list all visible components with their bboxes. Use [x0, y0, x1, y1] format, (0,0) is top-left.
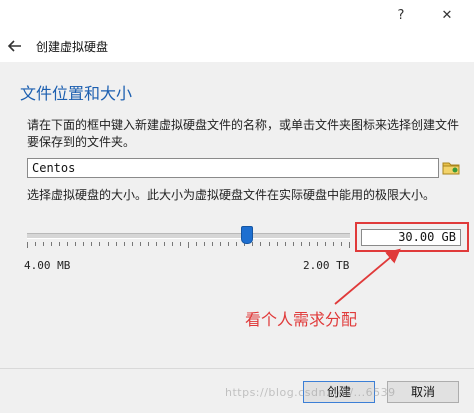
slider-tick [172, 242, 173, 246]
slider-tick [140, 242, 141, 246]
slider-tick [108, 242, 109, 246]
slider-tick [27, 242, 28, 248]
slider-tick [228, 242, 229, 246]
slider-tick [116, 242, 117, 246]
size-value-input[interactable]: 30.00 GB [361, 229, 461, 246]
slider-tick [309, 242, 310, 246]
slider-tick [180, 242, 181, 246]
close-button[interactable]: ✕ [430, 0, 464, 30]
slider-tick [124, 242, 125, 246]
slider-tick [301, 242, 302, 246]
slider-tick [51, 242, 52, 246]
slider-ticks [27, 242, 350, 248]
slider-tick [333, 242, 334, 246]
slider-tick [220, 242, 221, 246]
slider-tick [67, 242, 68, 246]
slider-min-label: 4.00 MB [24, 259, 71, 272]
wizard-title: 创建虚拟硬盘 [36, 40, 109, 54]
slider-tick [269, 242, 270, 246]
location-description: 请在下面的框中键入新建虚拟硬盘文件的名称，或单击文件夹图标来选择创建文件要保存到… [27, 118, 460, 149]
slider-tick [148, 242, 149, 246]
slider-tick [83, 242, 84, 246]
slider-tick [188, 242, 189, 248]
wizard-header: 创建虚拟硬盘 [0, 30, 474, 62]
slider-tick [132, 242, 133, 246]
window-titlebar: ? ✕ [0, 0, 474, 30]
annotation-text: 看个人需求分配 [245, 310, 358, 329]
slider-tick [196, 242, 197, 246]
slider-tick [260, 242, 261, 246]
slider-tick [59, 242, 60, 246]
cancel-button[interactable]: 取消 [387, 381, 459, 403]
size-slider-handle[interactable] [240, 226, 253, 244]
slider-max-label: 2.00 TB [303, 259, 350, 272]
section-title: 文件位置和大小 [20, 84, 133, 103]
size-slider-track[interactable] [27, 233, 350, 239]
slider-tick [341, 242, 342, 246]
slider-tick [156, 242, 157, 246]
back-arrow-icon[interactable] [6, 37, 24, 55]
slider-tick [285, 242, 286, 246]
slider-tick [91, 242, 92, 246]
slider-tick [43, 242, 44, 246]
slider-tick [293, 242, 294, 246]
slider-tick [236, 242, 237, 246]
watermark: https://blog.csdn.net/...6539 [225, 386, 396, 399]
slider-tick [212, 242, 213, 246]
slider-tick [277, 242, 278, 246]
slider-tick [204, 242, 205, 246]
folder-icon[interactable] [441, 158, 461, 178]
slider-tick [35, 242, 36, 246]
file-location-input[interactable] [27, 158, 439, 178]
slider-tick [317, 242, 318, 246]
slider-tick [99, 242, 100, 246]
slider-tick [75, 242, 76, 246]
slider-tick [252, 242, 253, 246]
size-description: 选择虚拟硬盘的大小。此大小为虚拟硬盘文件在实际硬盘中能用的极限大小。 [27, 188, 436, 202]
slider-tick [325, 242, 326, 246]
slider-tick [349, 242, 350, 248]
help-button[interactable]: ? [384, 0, 418, 30]
slider-tick [164, 242, 165, 246]
